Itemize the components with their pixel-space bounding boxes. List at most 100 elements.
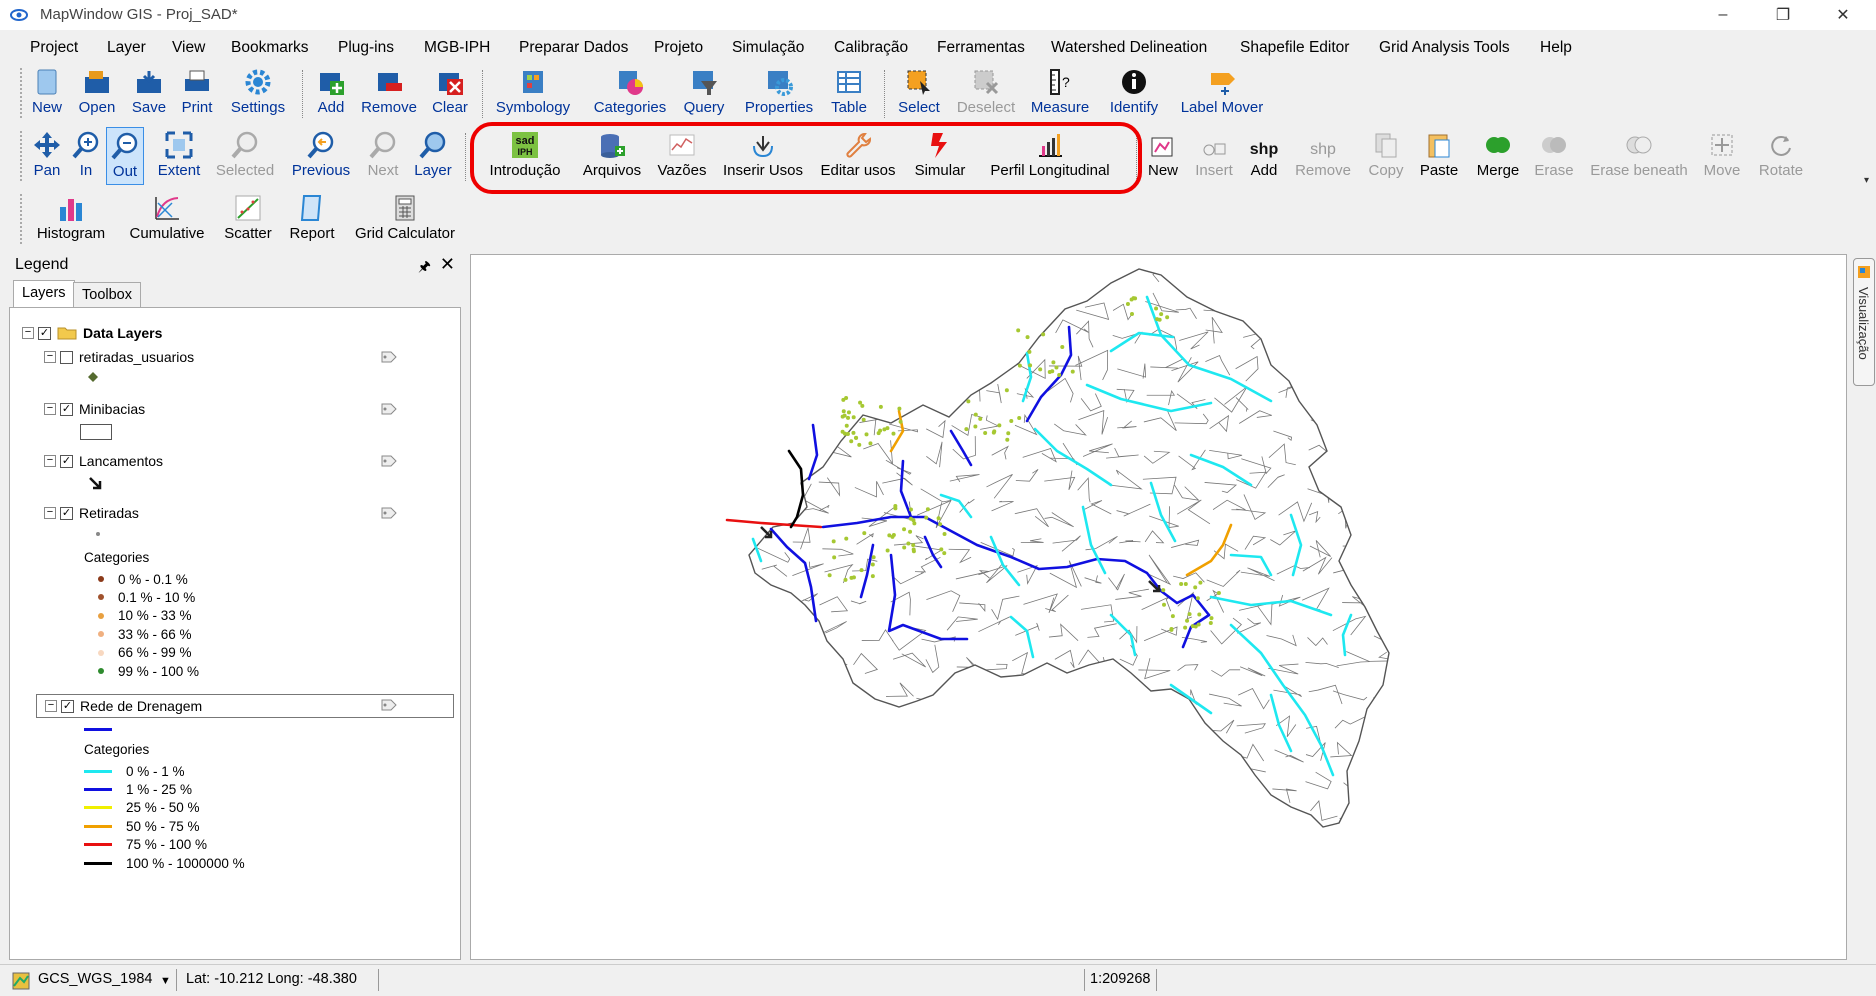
clear-layers-button[interactable]: Clear — [428, 64, 472, 122]
menu-projeto[interactable]: Projeto — [654, 39, 703, 57]
menu-preparar-dados[interactable]: Preparar Dados — [519, 39, 628, 57]
select-button[interactable]: Select — [894, 64, 944, 122]
open-project-button[interactable]: Open — [74, 64, 120, 122]
cumulative-button[interactable]: Cumulative — [124, 190, 210, 248]
zoom-layer-button[interactable]: Layer — [410, 127, 456, 185]
save-project-button[interactable]: Save — [128, 64, 170, 122]
zoom-in-button[interactable]: In — [72, 127, 100, 185]
properties-button[interactable]: Properties — [738, 64, 820, 122]
collapse-icon[interactable]: − — [44, 351, 56, 363]
erase-beneath-button[interactable]: Erase beneath — [1586, 127, 1692, 185]
layer-checkbox[interactable]: ✓ — [60, 402, 73, 416]
merge-shapes-button[interactable]: Merge — [1472, 127, 1524, 185]
label-mover-button[interactable]: Label Mover — [1174, 64, 1270, 122]
crs-label[interactable]: GCS_WGS_1984 — [38, 971, 152, 987]
layer-retiradas-usuarios[interactable]: − retiradas_usuarios — [44, 346, 194, 368]
drainage-segment — [1169, 683, 1213, 715]
copy-shape-button[interactable]: Copy — [1364, 127, 1408, 185]
grid-calculator-button[interactable]: Grid Calculator — [348, 190, 462, 248]
menu-layer[interactable]: Layer — [107, 39, 146, 57]
crs-dropdown-icon[interactable]: ▼ — [160, 975, 171, 987]
close-legend-icon[interactable]: ✕ — [440, 254, 455, 275]
symbology-button[interactable]: Symbology — [490, 64, 576, 122]
new-shapefile-button[interactable]: New — [1144, 127, 1182, 185]
label-tag-icon[interactable] — [380, 350, 398, 364]
minimize-button[interactable]: – — [1700, 2, 1746, 28]
restore-button[interactable]: ❐ — [1760, 2, 1806, 28]
measure-button[interactable]: ? Measure — [1026, 64, 1094, 122]
report-button[interactable]: Report — [286, 190, 338, 248]
group-checkbox[interactable]: ✓ — [38, 326, 51, 340]
settings-button[interactable]: Settings — [227, 64, 289, 122]
menu-mgb-iph[interactable]: MGB-IPH — [424, 39, 490, 57]
scatter-button[interactable]: Scatter — [220, 190, 276, 248]
label-tag-icon[interactable] — [380, 698, 398, 712]
minibacia-boundary — [1148, 773, 1183, 792]
menu-shapefile-editor[interactable]: Shapefile Editor — [1240, 39, 1349, 57]
map-view[interactable] — [470, 254, 1847, 960]
toolbar-grip[interactable] — [20, 131, 23, 181]
tab-toolbox[interactable]: Toolbox — [73, 282, 141, 308]
toolbar-grip[interactable] — [20, 68, 23, 118]
attribute-table-button[interactable]: Table — [826, 64, 872, 122]
minibacia-boundary — [890, 740, 910, 765]
collapse-icon[interactable]: − — [44, 507, 56, 519]
remove-shape-button[interactable]: shp Remove — [1292, 127, 1354, 185]
basin-map[interactable] — [471, 255, 1846, 959]
visualizacao-side-tab[interactable]: Visualização — [1853, 258, 1875, 386]
group-data-layers[interactable]: − ✓ Data Layers — [22, 322, 162, 344]
close-window-button[interactable]: ✕ — [1820, 2, 1866, 28]
zoom-out-button[interactable]: Out — [106, 127, 144, 185]
menu-plugins[interactable]: Plug-ins — [338, 39, 394, 57]
menu-help[interactable]: Help — [1540, 39, 1572, 57]
menu-view[interactable]: View — [172, 39, 205, 57]
print-button[interactable]: Print — [177, 64, 217, 122]
layer-checkbox[interactable] — [60, 350, 73, 364]
deselect-button[interactable]: Deselect — [954, 64, 1018, 122]
label-tag-icon[interactable] — [380, 402, 398, 416]
rotate-shape-button[interactable]: Rotate — [1754, 127, 1808, 185]
collapse-icon[interactable]: − — [44, 403, 56, 415]
zoom-next-button[interactable]: Next — [364, 127, 402, 185]
layer-lancamentos[interactable]: − ✓ Lancamentos — [44, 450, 163, 472]
toolbar-overflow-icon[interactable]: ▾ — [1864, 175, 1869, 186]
menu-bookmarks[interactable]: Bookmarks — [231, 39, 309, 57]
zoom-selected-button[interactable]: Selected — [212, 127, 278, 185]
drainage-segment — [807, 423, 819, 481]
collapse-icon[interactable]: − — [44, 455, 56, 467]
layer-retiradas[interactable]: − ✓ Retiradas — [44, 502, 139, 524]
label-tag-icon[interactable] — [380, 506, 398, 520]
collapse-icon[interactable]: − — [45, 700, 57, 712]
retirada-point — [973, 412, 978, 417]
menu-watershed-delineation[interactable]: Watershed Delineation — [1051, 39, 1207, 57]
remove-layer-button[interactable]: Remove — [356, 64, 422, 122]
erase-shape-button[interactable]: Erase — [1532, 127, 1576, 185]
menu-grid-analysis-tools[interactable]: Grid Analysis Tools — [1379, 39, 1510, 57]
add-shape-button[interactable]: shp Add — [1244, 127, 1284, 185]
menu-simulacao[interactable]: Simulação — [732, 39, 804, 57]
tab-layers[interactable]: Layers — [13, 280, 75, 308]
move-shape-button[interactable]: Move — [1700, 127, 1744, 185]
menu-project[interactable]: Project — [30, 39, 78, 57]
pan-button[interactable]: Pan — [28, 127, 66, 185]
layer-checkbox[interactable]: ✓ — [60, 454, 73, 468]
menu-ferramentas[interactable]: Ferramentas — [937, 39, 1025, 57]
label-tag-icon[interactable] — [380, 454, 398, 468]
histogram-button[interactable]: Histogram — [30, 190, 112, 248]
menu-calibracao[interactable]: Calibração — [834, 39, 908, 57]
zoom-extent-button[interactable]: Extent — [152, 127, 206, 185]
query-button[interactable]: Query — [680, 64, 728, 122]
collapse-icon[interactable]: − — [22, 327, 34, 339]
add-layer-button[interactable]: Add — [312, 64, 350, 122]
new-project-button[interactable]: New — [28, 64, 66, 122]
pin-icon[interactable]: 🖈 — [418, 256, 431, 280]
toolbar-grip[interactable] — [20, 194, 23, 244]
insert-shape-button[interactable]: Insert — [1190, 127, 1238, 185]
zoom-previous-button[interactable]: Previous — [286, 127, 356, 185]
identify-button[interactable]: Identify — [1104, 64, 1164, 122]
layer-checkbox[interactable]: ✓ — [60, 506, 73, 520]
layer-minibacias[interactable]: − ✓ Minibacias — [44, 398, 145, 420]
categories-button[interactable]: Categories — [588, 64, 672, 122]
layer-checkbox[interactable]: ✓ — [61, 699, 74, 713]
paste-shape-button[interactable]: Paste — [1416, 127, 1462, 185]
